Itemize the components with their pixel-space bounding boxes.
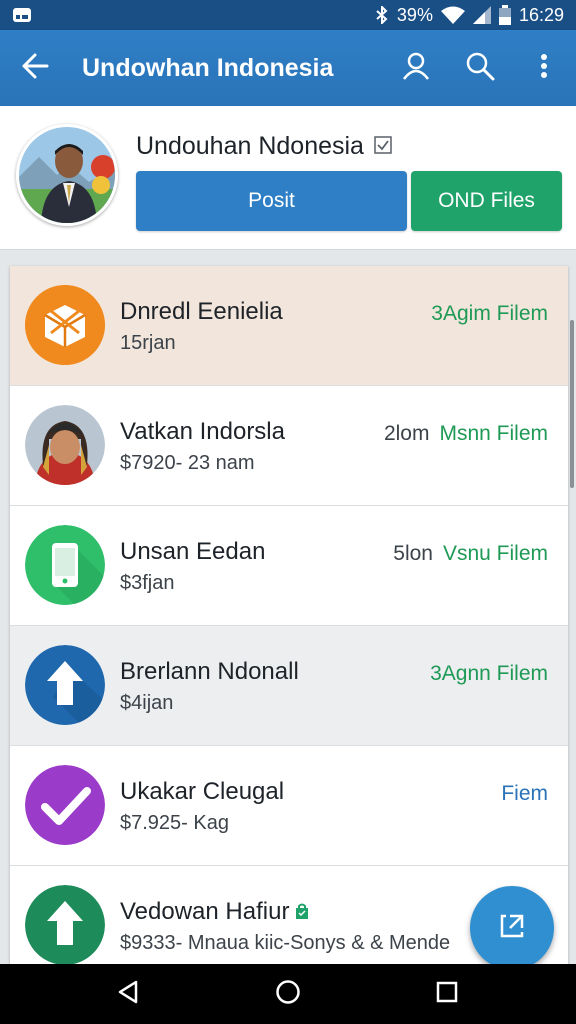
item-meta: 2lom Msnn Filem	[384, 422, 548, 446]
verified-icon	[374, 132, 392, 161]
battery-icon	[498, 5, 511, 25]
post-button[interactable]: Posit	[136, 171, 407, 231]
search-button[interactable]	[448, 30, 512, 106]
item-subtitle: $7.925- Kag	[120, 812, 229, 834]
wifi-icon	[440, 6, 465, 24]
app-title: Undowhan Indonesia	[82, 53, 334, 82]
battery-percent: 39%	[396, 4, 433, 25]
file-list: Dnredl Eenielia 15rjan 3Agim Filem Vatka…	[10, 266, 568, 966]
status-bar: 39% 16:29	[0, 0, 576, 30]
profile-name: Undouhan Ndonesia	[136, 132, 364, 160]
item-subtitle: $7920- 23 nam	[120, 452, 255, 474]
back-arrow-icon	[21, 52, 49, 85]
item-subtitle: $9333- Mnaua kiic-Sonys & & Mende	[120, 932, 451, 954]
system-nav-bar	[0, 964, 576, 1024]
item-time: 5lon	[393, 542, 433, 565]
check-icon	[25, 765, 105, 845]
item-link[interactable]: Fiem	[501, 782, 548, 806]
nav-home-button[interactable]	[258, 964, 318, 1024]
more-vert-icon	[540, 53, 548, 84]
share-icon	[496, 910, 528, 947]
person-icon	[401, 51, 431, 86]
box-icon	[25, 285, 105, 365]
scrollbar[interactable]	[570, 320, 574, 488]
nav-recents-button[interactable]	[417, 964, 477, 1024]
files-button[interactable]: OND Files	[411, 171, 562, 231]
list-item[interactable]: Unsan Eedan $3fjan 5lon Vsnu Filem	[10, 506, 568, 626]
item-meta: 5lon Vsnu Filem	[393, 542, 548, 566]
profile-name-row: Undouhan Ndonesia	[136, 132, 392, 161]
signal-icon	[472, 6, 491, 24]
profile-header: Undouhan Ndonesia Posit OND Files	[0, 106, 576, 250]
list-item[interactable]: Vatkan Indorsla $7920- 23 nam 2lom Msnn …	[10, 386, 568, 506]
list-item[interactable]: Dnredl Eenielia 15rjan 3Agim Filem	[10, 266, 568, 386]
item-link[interactable]: 3Agim Filem	[431, 302, 548, 326]
profile-button[interactable]	[384, 30, 448, 106]
item-time: 2lom	[383, 422, 430, 445]
item-title: Ukakar Cleugal	[120, 778, 285, 805]
item-title-row: Vedowan Hafiur	[120, 898, 309, 926]
back-nav-icon	[116, 979, 142, 1010]
lock-badge-icon	[295, 898, 309, 926]
item-subtitle: $3fjan	[120, 572, 175, 594]
home-nav-icon	[275, 979, 301, 1010]
nav-back-button[interactable]	[99, 964, 159, 1024]
phone-icon	[25, 525, 105, 605]
profile-avatar[interactable]	[16, 124, 118, 226]
list-item[interactable]: Brerlann Ndonall $4ijan 3Agnn Filem	[10, 626, 568, 746]
item-link[interactable]: Vsnu Filem	[443, 542, 548, 566]
item-subtitle: 15rjan	[120, 332, 176, 354]
bluetooth-icon	[375, 6, 389, 24]
item-title: Unsan Eedan	[120, 538, 266, 565]
app-bar: Undowhan Indonesia	[0, 30, 576, 106]
arrow-up-icon	[25, 885, 105, 965]
arrow-up-icon	[25, 645, 105, 725]
item-meta: 3Agim Filem	[431, 302, 548, 326]
recents-nav-icon	[436, 981, 458, 1008]
back-button[interactable]	[0, 30, 70, 106]
item-title: Vedowan Hafiur	[120, 898, 290, 925]
overflow-menu-button[interactable]	[512, 30, 576, 106]
search-icon	[465, 51, 495, 86]
item-subtitle: $4ijan	[120, 692, 174, 714]
share-fab-button[interactable]	[470, 886, 554, 970]
item-title: Dnredl Eenielia	[120, 298, 283, 325]
item-title: Vatkan Indorsla	[120, 418, 285, 445]
item-title: Brerlann Ndonall	[120, 658, 299, 685]
notification-icon	[12, 7, 32, 23]
item-link[interactable]: 3Agnn Filem	[430, 662, 548, 686]
item-link[interactable]: Msnn Filem	[439, 422, 548, 446]
user-photo	[25, 405, 105, 485]
item-meta: 3Agnn Filem	[430, 662, 548, 686]
item-meta: Fiem	[501, 782, 548, 806]
clock: 16:29	[518, 4, 564, 25]
list-item[interactable]: Ukakar Cleugal $7.925- Kag Fiem	[10, 746, 568, 866]
